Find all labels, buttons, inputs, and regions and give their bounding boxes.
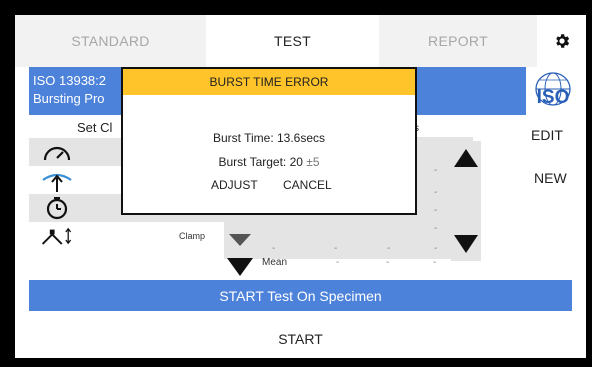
burst-target-text: Burst Target: 20 [218, 155, 303, 169]
grid-dash: - [272, 243, 276, 254]
tab-standard[interactable]: STANDARD [15, 15, 206, 67]
dialog-title: BURST TIME ERROR [123, 69, 415, 95]
arrow-up-icon [454, 149, 478, 167]
screen: STANDARD TEST REPORT ISO 13938:2 Burstin… [15, 15, 586, 358]
start-button[interactable]: START [15, 320, 586, 358]
grid-dash: - [434, 165, 438, 176]
tab-bar: STANDARD TEST REPORT [15, 15, 586, 67]
mean-dash: - [386, 257, 390, 268]
grid-dash: - [334, 243, 338, 254]
set-clamp-label: Set Cl [77, 120, 113, 135]
device-frame: STANDARD TEST REPORT ISO 13938:2 Burstin… [0, 0, 592, 367]
cancel-button[interactable]: CANCEL [283, 178, 332, 192]
grid-dash: - [434, 223, 438, 234]
edit-button[interactable]: EDIT [531, 127, 563, 143]
arrow-down-icon [454, 235, 478, 253]
timer-icon [46, 197, 68, 220]
tab-test[interactable]: TEST [206, 15, 379, 67]
burst-target-tolerance: ±5 [306, 155, 320, 169]
burst-target-line: Burst Target: 20 ±5 [123, 155, 415, 169]
clamp-icon [41, 227, 72, 245]
new-button[interactable]: NEW [534, 170, 567, 186]
arrow-down-icon [227, 234, 253, 276]
iso-logo-text: ISO [537, 87, 570, 108]
clamp-label: Clamp [179, 231, 206, 241]
standard-code: ISO 13938:2 [33, 73, 106, 88]
grid-dash: - [434, 187, 438, 198]
grid-dash: - [434, 243, 438, 254]
burst-time-error-dialog: BURST TIME ERROR Burst Time: 13.6secs Bu… [121, 67, 417, 215]
adjust-button[interactable]: ADJUST [211, 178, 258, 192]
iso-globe-icon: ISO [535, 72, 571, 108]
settings-button[interactable] [537, 15, 586, 67]
mean-label: Mean [262, 257, 288, 268]
clamp-row[interactable]: Clamp [29, 222, 224, 250]
grid-dash: - [434, 205, 438, 216]
mean-dash: - [336, 257, 340, 268]
burst-time-text: Burst Time: 13.6secs [212, 131, 326, 145]
gauge-icon [43, 146, 71, 161]
gear-icon [555, 34, 569, 48]
tab-report[interactable]: REPORT [379, 15, 537, 67]
results-scroller[interactable] [451, 141, 481, 261]
iso-logo: ISO [526, 67, 580, 115]
grid-scroll-down[interactable] [224, 220, 256, 280]
grid-dash: - [387, 243, 391, 254]
start-test-bar[interactable]: START Test On Specimen [29, 280, 572, 311]
mean-dash: - [433, 257, 437, 268]
mean-row: Mean - - - [256, 255, 473, 275]
arch-up-arrow-icon [42, 173, 72, 192]
standard-title: Bursting Pro [33, 91, 105, 106]
